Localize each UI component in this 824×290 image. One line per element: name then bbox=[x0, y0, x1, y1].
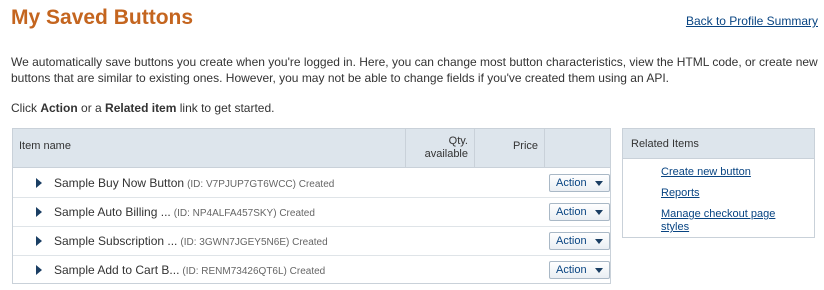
table-row: Sample Subscription ... (ID: 3GWN7JGEY5N6… bbox=[13, 227, 610, 256]
expand-arrow-icon[interactable] bbox=[36, 265, 42, 275]
related-items-header: Related Items bbox=[623, 129, 814, 159]
table-header: Item name Qty. available Price bbox=[13, 129, 610, 168]
chevron-down-icon bbox=[595, 239, 603, 244]
chevron-down-icon bbox=[595, 268, 603, 273]
table-row: Sample Auto Billing ... (ID: NP4ALFA457SK… bbox=[13, 198, 610, 227]
action-button[interactable]: Action bbox=[549, 203, 610, 221]
button-meta: (ID: NP4ALFA457SKY) Created bbox=[173, 208, 315, 219]
button-name-text: Sample Auto Billing ... bbox=[54, 205, 171, 219]
button-name-text: Sample Add to Cart B... bbox=[54, 263, 180, 277]
related-items-panel: Related Items Create new button Reports … bbox=[622, 128, 815, 238]
button-meta: (ID: V7PJUP7GT6WCC) Created bbox=[187, 179, 335, 190]
button-name: Sample Subscription ... (ID: 3GWN7JGEY5N6… bbox=[54, 234, 328, 248]
button-name: Sample Add to Cart B... (ID: RENM73426QT6… bbox=[54, 263, 325, 277]
expand-arrow-icon[interactable] bbox=[36, 178, 42, 188]
reports-link[interactable]: Reports bbox=[661, 187, 801, 200]
table-row: Sample Buy Now Button (ID: V7PJUP7GT6WCC)… bbox=[13, 169, 610, 198]
action-button-label: Action bbox=[556, 206, 587, 218]
action-button-label: Action bbox=[556, 235, 587, 247]
instruction-mid: or a bbox=[77, 101, 106, 115]
button-name-text: Sample Subscription ... bbox=[54, 234, 178, 248]
button-meta: (ID: 3GWN7JGEY5N6E) Created bbox=[180, 237, 328, 248]
table-row: Sample Add to Cart B... (ID: RENM73426QT6… bbox=[13, 256, 610, 285]
action-button[interactable]: Action bbox=[549, 232, 610, 250]
instruction-related: Related item bbox=[105, 101, 177, 115]
action-button[interactable]: Action bbox=[549, 174, 610, 192]
saved-buttons-table: Item name Qty. available Price Sample Buy… bbox=[12, 128, 611, 284]
button-name: Sample Buy Now Button (ID: V7PJUP7GT6WCC)… bbox=[54, 176, 334, 190]
chevron-down-icon bbox=[595, 181, 603, 186]
column-header-item-name: Item name bbox=[13, 129, 406, 167]
button-meta: (ID: RENM73426QT6L) Created bbox=[182, 266, 326, 277]
expand-arrow-icon[interactable] bbox=[36, 236, 42, 246]
chevron-down-icon bbox=[595, 210, 603, 215]
column-header-qty: Qty. available bbox=[406, 129, 475, 167]
button-name-text: Sample Buy Now Button bbox=[54, 176, 185, 190]
action-button-label: Action bbox=[556, 177, 587, 189]
instruction-text: Click Action or a Related item link to g… bbox=[11, 101, 274, 115]
action-button[interactable]: Action bbox=[549, 261, 610, 279]
page-title: My Saved Buttons bbox=[11, 6, 194, 29]
column-header-action bbox=[545, 129, 610, 167]
intro-text: We automatically save buttons you create… bbox=[11, 55, 818, 85]
column-header-price: Price bbox=[475, 129, 545, 167]
instruction-post: link to get started. bbox=[176, 101, 275, 115]
instruction-pre: Click bbox=[11, 101, 41, 115]
create-new-button-link[interactable]: Create new button bbox=[661, 166, 801, 179]
back-to-profile-summary-link[interactable]: Back to Profile Summary bbox=[686, 14, 818, 28]
column-header-item-name-label: Item name bbox=[19, 140, 71, 152]
expand-arrow-icon[interactable] bbox=[36, 207, 42, 217]
instruction-action: Action bbox=[40, 101, 78, 115]
column-header-qty-label: Qty. available bbox=[424, 135, 468, 160]
button-name: Sample Auto Billing ... (ID: NP4ALFA457SK… bbox=[54, 205, 315, 219]
column-header-price-label: Price bbox=[512, 140, 538, 152]
manage-checkout-page-styles-link[interactable]: Manage checkout page styles bbox=[661, 208, 801, 234]
action-button-label: Action bbox=[556, 264, 587, 276]
